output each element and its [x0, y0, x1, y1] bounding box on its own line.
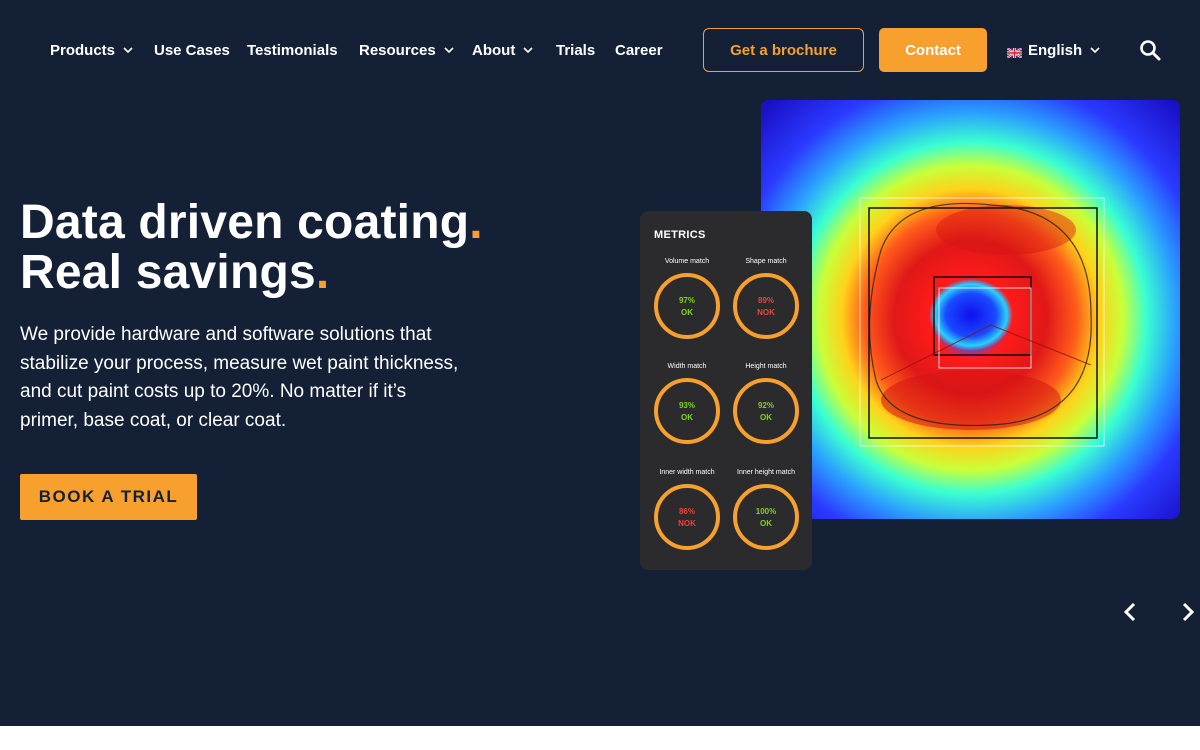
nav-use-cases-label: Use Cases: [154, 41, 230, 59]
search-icon[interactable]: [1138, 38, 1162, 62]
hero-section: Products Use Cases Testimonials Resource…: [0, 0, 1200, 726]
chevron-right-icon[interactable]: [1174, 599, 1200, 625]
language-selector[interactable]: English: [1006, 40, 1102, 60]
gauge-label: Inner height match: [737, 469, 795, 476]
gauge-percent: 100%: [755, 507, 777, 516]
chevron-left-icon[interactable]: [1118, 599, 1144, 625]
nav-career[interactable]: Career: [615, 40, 663, 60]
nav-trials[interactable]: Trials: [556, 40, 595, 60]
nav-about[interactable]: About: [472, 40, 535, 60]
chevron-down-icon: [1088, 43, 1102, 57]
chevron-down-icon: [521, 43, 535, 57]
gauge-value: 89% NOK: [732, 295, 800, 319]
top-nav: Products Use Cases Testimonials Resource…: [0, 0, 1200, 100]
gauge-label: Shape match: [745, 258, 787, 265]
gauge-percent: 89%: [757, 296, 774, 305]
gauge-value: 92% OK: [732, 400, 800, 424]
gauge-value: 86% NOK: [653, 506, 721, 530]
gauge-status: OK: [760, 413, 772, 422]
nav-resources-label: Resources: [359, 41, 436, 59]
nav-career-label: Career: [615, 41, 663, 59]
hero-headline: Data driven coating. Real savings.: [20, 198, 483, 298]
gauge-volume-match: Volume match 97% OK: [648, 258, 726, 366]
book-trial-button[interactable]: BOOK A TRIAL: [20, 474, 197, 520]
gauge-inner-height-match: Inner height match 100% OK: [727, 469, 805, 577]
gauge-label: Height match: [745, 363, 787, 370]
uk-flag-icon: [1006, 45, 1023, 59]
gauge-value: 93% OK: [653, 400, 721, 424]
contact-button[interactable]: Contact: [879, 28, 987, 72]
gauge-status: NOK: [757, 308, 775, 317]
gauge-shape-match: Shape match 89% NOK: [727, 258, 805, 366]
nav-about-label: About: [472, 41, 516, 59]
gauge-inner-width-match: Inner width match 86% NOK: [648, 469, 726, 577]
gauge-height-match: Height match 92% OK: [727, 363, 805, 471]
language-label: English: [1028, 41, 1083, 59]
chevron-down-icon: [121, 43, 135, 57]
headline-dot: .: [315, 246, 330, 299]
gauge-label: Width match: [667, 363, 707, 370]
metrics-title: METRICS: [654, 229, 706, 241]
nav-resources[interactable]: Resources: [359, 40, 456, 60]
nav-products-label: Products: [50, 41, 116, 59]
headline-line-1: Data driven coating: [20, 196, 470, 249]
gauge-label: Volume match: [664, 258, 710, 265]
headline-dot: .: [469, 196, 483, 249]
gauge-percent: 86%: [678, 507, 695, 516]
gauge-percent: 97%: [678, 296, 695, 305]
headline-line-2: Real savings: [20, 246, 316, 299]
hero-description: We provide hardware and software solutio…: [20, 324, 459, 431]
nav-products[interactable]: Products: [50, 40, 135, 60]
nav-testimonials-label: Testimonials: [247, 41, 338, 59]
coating-heatmap-image: [761, 100, 1180, 519]
gauge-status: OK: [681, 413, 693, 422]
get-brochure-button[interactable]: Get a brochure: [703, 28, 864, 72]
chevron-down-icon: [442, 43, 456, 57]
gauge-status: OK: [681, 308, 693, 317]
gauge-status: OK: [760, 519, 772, 528]
nav-use-cases[interactable]: Use Cases: [154, 40, 230, 60]
nav-trials-label: Trials: [556, 41, 596, 59]
gauge-width-match: Width match 93% OK: [648, 363, 726, 471]
gauge-value: 100% OK: [732, 506, 800, 530]
gauge-status: NOK: [678, 519, 696, 528]
gauge-percent: 92%: [757, 401, 774, 410]
gauge-percent: 93%: [678, 401, 695, 410]
nav-testimonials[interactable]: Testimonials: [247, 40, 338, 60]
gauge-value: 97% OK: [653, 295, 721, 319]
gauge-label: Inner width match: [659, 469, 715, 476]
metrics-card: METRICS Volume match 97% OK Shape match 8…: [640, 211, 812, 570]
